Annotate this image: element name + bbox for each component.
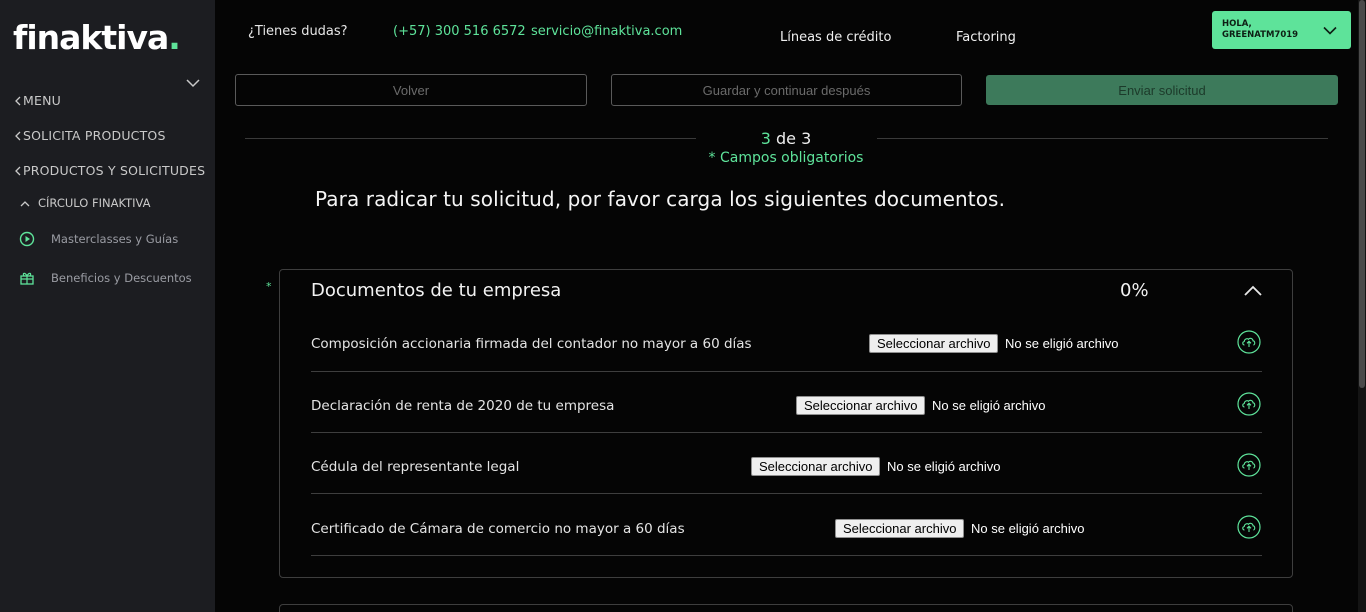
step-separator: de (776, 129, 796, 148)
page-headline: Para radicar tu solicitud, por favor car… (315, 187, 1006, 211)
document-row: Certificado de Cámara de comercio no may… (311, 495, 1262, 556)
sidebar-link-label: Masterclasses y Guías (51, 232, 179, 246)
save-continue-button[interactable]: Guardar y continuar después (611, 74, 962, 106)
document-row: Cédula del representante legal Seleccion… (311, 433, 1262, 494)
scrollbar-thumb[interactable] (1359, 0, 1365, 388)
divider (877, 138, 1328, 139)
step-current: 3 (760, 129, 771, 148)
chevron-left-icon (15, 96, 21, 105)
help-question: ¿Tienes dudas? (248, 24, 348, 39)
next-documents-card (279, 604, 1293, 612)
sidebar-item-productos-solicitudes[interactable]: PRODUCTOS Y SOLICITUDES (14, 163, 205, 178)
file-status: No se eligió archivo (971, 521, 1085, 536)
chevron-left-icon (15, 166, 21, 175)
required-mark: * (266, 280, 272, 293)
sidebar-item-label: MENU (23, 93, 61, 108)
logo-dot: . (168, 18, 181, 57)
document-row: Composición accionaria firmada del conta… (311, 311, 1262, 372)
user-greeting: HOLA, (1222, 19, 1252, 29)
user-menu-button[interactable]: HOLA, GREENATM7019 (1212, 11, 1351, 49)
file-status: No se eligió archivo (887, 459, 1001, 474)
sidebar: finaktiva. MENU SOLICITA PRODUCTOS PRODU… (0, 0, 215, 612)
sidebar-item-label: PRODUCTOS Y SOLICITUDES (23, 163, 206, 178)
select-file-button[interactable]: Seleccionar archivo (751, 457, 881, 476)
cloud-upload-icon[interactable] (1237, 392, 1261, 416)
sidebar-section-circulo[interactable]: CÍRCULO FINAKTIVA (20, 196, 151, 210)
chevron-up-icon[interactable] (1243, 284, 1263, 297)
file-status: No se eligió archivo (932, 398, 1046, 413)
submit-button[interactable]: Enviar solicitud (986, 75, 1338, 105)
step-indicator: 3 de 3 (696, 129, 876, 148)
nav-lineas-credito[interactable]: Líneas de crédito (780, 30, 891, 45)
sidebar-section-label: CÍRCULO FINAKTIVA (38, 196, 151, 210)
email-link[interactable]: servicio@finaktiva.com (531, 24, 682, 39)
user-name: GREENATM7019 (1222, 30, 1299, 40)
sidebar-item-label: SOLICITA PRODUCTOS (23, 128, 166, 143)
document-label: Certificado de Cámara de comercio no may… (311, 521, 685, 537)
chevron-down-icon[interactable] (186, 78, 200, 88)
sidebar-item-menu[interactable]: MENU (14, 93, 61, 108)
cloud-upload-icon[interactable] (1237, 453, 1261, 477)
logo[interactable]: finaktiva. (13, 18, 181, 57)
chevron-left-icon (15, 131, 21, 140)
user-label: HOLA, GREENATM7019 (1222, 19, 1298, 41)
gift-icon (20, 272, 34, 285)
phone-link[interactable]: (+57) 300 516 6572 (393, 24, 526, 39)
divider (245, 138, 696, 139)
sidebar-item-solicita-productos[interactable]: SOLICITA PRODUCTOS (14, 128, 166, 143)
scrollbar[interactable] (1358, 0, 1366, 612)
chevron-down-icon (1323, 26, 1337, 35)
app-root: finaktiva. MENU SOLICITA PRODUCTOS PRODU… (0, 0, 1366, 612)
select-file-button[interactable]: Seleccionar archivo (835, 519, 965, 538)
select-file-button[interactable]: Seleccionar archivo (796, 396, 926, 415)
sidebar-link-masterclasses[interactable]: Masterclasses y Guías (19, 231, 178, 247)
required-fields-note: * Campos obligatorios (708, 150, 864, 166)
sidebar-link-label: Beneficios y Descuentos (51, 271, 192, 285)
document-label: Cédula del representante legal (311, 459, 520, 475)
card-progress: 0% (1120, 280, 1149, 301)
step-total: 3 (801, 129, 812, 148)
nav-factoring[interactable]: Factoring (956, 30, 1016, 45)
logo-text: finaktiva (13, 18, 169, 57)
select-file-button[interactable]: Seleccionar archivo (869, 334, 999, 353)
cloud-upload-icon[interactable] (1237, 515, 1261, 539)
document-label: Composición accionaria firmada del conta… (311, 336, 752, 352)
file-status: No se eligió archivo (1005, 336, 1119, 351)
back-button[interactable]: Volver (235, 74, 587, 106)
cloud-upload-icon[interactable] (1237, 330, 1261, 354)
card-title: Documentos de tu empresa (311, 280, 562, 301)
document-row: Declaración de renta de 2020 de tu empre… (311, 372, 1262, 433)
document-label: Declaración de renta de 2020 de tu empre… (311, 398, 615, 414)
play-circle-icon (19, 231, 35, 247)
chevron-up-icon (20, 200, 30, 206)
sidebar-link-beneficios[interactable]: Beneficios y Descuentos (19, 270, 192, 286)
